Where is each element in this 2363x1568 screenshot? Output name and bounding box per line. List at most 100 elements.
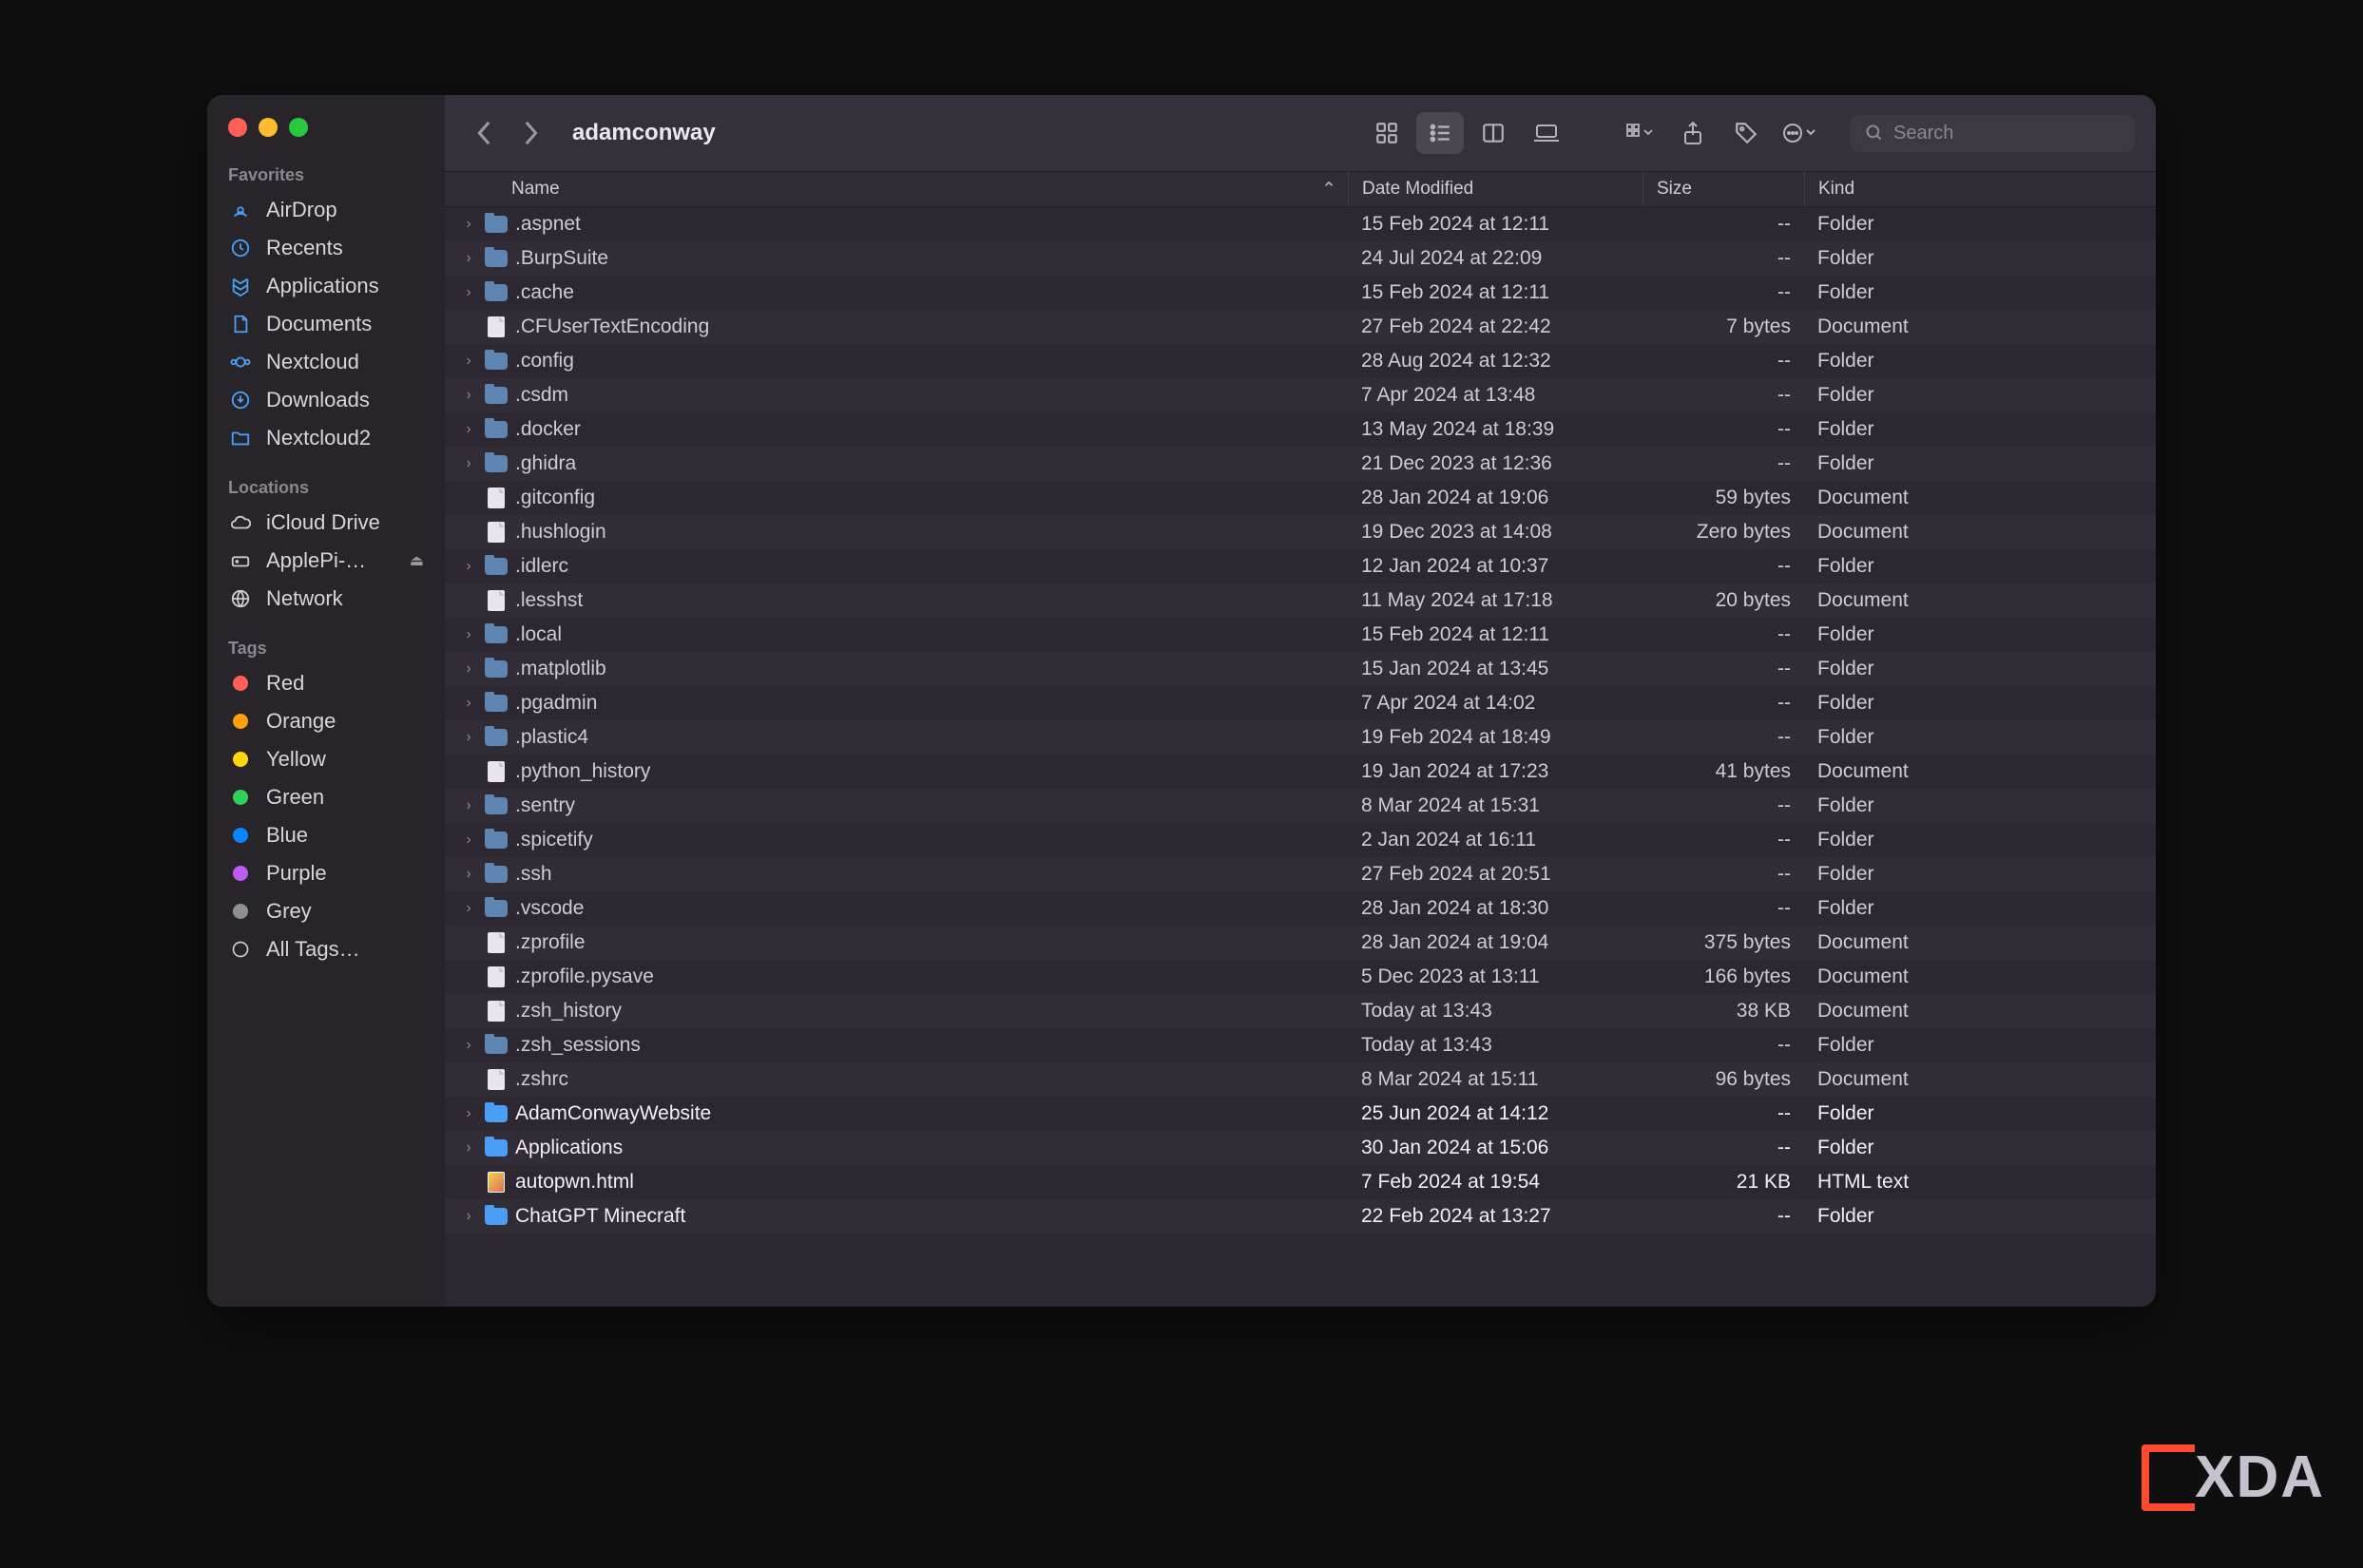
- minimize-window-button[interactable]: [259, 118, 278, 137]
- file-row[interactable]: .zprofile 28 Jan 2024 at 19:04 375 bytes…: [445, 926, 2156, 960]
- column-date[interactable]: Date Modified: [1348, 172, 1643, 206]
- search-input[interactable]: [1893, 123, 2120, 144]
- sidebar-tag-red[interactable]: Red: [207, 664, 445, 702]
- close-window-button[interactable]: [228, 118, 247, 137]
- file-row[interactable]: › .local 15 Feb 2024 at 12:11 -- Folder: [445, 618, 2156, 652]
- disclosure-icon[interactable]: ›: [460, 729, 477, 746]
- file-list[interactable]: › .aspnet 15 Feb 2024 at 12:11 -- Folder…: [445, 207, 2156, 1307]
- file-row[interactable]: › .ghidra 21 Dec 2023 at 12:36 -- Folder: [445, 447, 2156, 481]
- file-row[interactable]: › .spicetify 2 Jan 2024 at 16:11 -- Fold…: [445, 823, 2156, 857]
- file-row[interactable]: › .sentry 8 Mar 2024 at 15:31 -- Folder: [445, 789, 2156, 823]
- file-name: .plastic4: [515, 726, 588, 749]
- file-row[interactable]: › .pgadmin 7 Apr 2024 at 14:02 -- Folder: [445, 686, 2156, 720]
- action-menu-button[interactable]: [1776, 112, 1823, 154]
- file-row[interactable]: › .idlerc 12 Jan 2024 at 10:37 -- Folder: [445, 549, 2156, 583]
- file-kind: Folder: [1804, 794, 2156, 817]
- sidebar-item-icloud-drive[interactable]: iCloud Drive: [207, 504, 445, 542]
- file-row[interactable]: .python_history 19 Jan 2024 at 17:23 41 …: [445, 755, 2156, 789]
- back-button[interactable]: [466, 114, 504, 152]
- eject-icon[interactable]: ⏏: [410, 551, 424, 570]
- sidebar-item-recents[interactable]: Recents: [207, 229, 445, 267]
- disclosure-icon[interactable]: ›: [460, 455, 477, 472]
- file-row[interactable]: .zshrc 8 Mar 2024 at 15:11 96 bytes Docu…: [445, 1062, 2156, 1097]
- sidebar-item-label: iCloud Drive: [266, 510, 380, 535]
- disclosure-icon[interactable]: ›: [460, 695, 477, 712]
- fullscreen-window-button[interactable]: [289, 118, 308, 137]
- sidebar-item-downloads[interactable]: Downloads: [207, 381, 445, 419]
- sidebar-item-airdrop[interactable]: AirDrop: [207, 191, 445, 229]
- list-view-button[interactable]: [1416, 112, 1464, 154]
- sidebar-tag-blue[interactable]: Blue: [207, 816, 445, 854]
- file-kind: Folder: [1804, 555, 2156, 578]
- disclosure-icon[interactable]: ›: [460, 421, 477, 438]
- icon-view-button[interactable]: [1363, 112, 1411, 154]
- search-box[interactable]: [1850, 115, 2135, 152]
- group-by-button[interactable]: [1616, 112, 1663, 154]
- file-row[interactable]: .zprofile.pysave 5 Dec 2023 at 13:11 166…: [445, 960, 2156, 994]
- column-size[interactable]: Size: [1643, 172, 1804, 206]
- disclosure-icon[interactable]: ›: [460, 866, 477, 883]
- sidebar-tag-grey[interactable]: Grey: [207, 892, 445, 930]
- disclosure-icon[interactable]: ›: [460, 1139, 477, 1157]
- file-row[interactable]: .hushlogin 19 Dec 2023 at 14:08 Zero byt…: [445, 515, 2156, 549]
- disclosure-icon[interactable]: ›: [460, 353, 477, 370]
- disclosure-icon[interactable]: ›: [460, 558, 477, 575]
- sidebar-item-nextcloud2[interactable]: Nextcloud2: [207, 419, 445, 457]
- file-row[interactable]: › .plastic4 19 Feb 2024 at 18:49 -- Fold…: [445, 720, 2156, 755]
- file-row[interactable]: autopwn.html 7 Feb 2024 at 19:54 21 KB H…: [445, 1165, 2156, 1199]
- sidebar-tag-yellow[interactable]: Yellow: [207, 740, 445, 778]
- disclosure-icon[interactable]: ›: [460, 660, 477, 678]
- sidebar-item-applications[interactable]: Applications: [207, 267, 445, 305]
- document-icon: [488, 522, 505, 543]
- file-name: .idlerc: [515, 555, 568, 578]
- disclosure-icon[interactable]: ›: [460, 1105, 477, 1122]
- sidebar-tag-green[interactable]: Green: [207, 778, 445, 816]
- disclosure-icon[interactable]: ›: [460, 250, 477, 267]
- file-row[interactable]: › .config 28 Aug 2024 at 12:32 -- Folder: [445, 344, 2156, 378]
- file-row[interactable]: › .docker 13 May 2024 at 18:39 -- Folder: [445, 412, 2156, 447]
- file-row[interactable]: .CFUserTextEncoding 27 Feb 2024 at 22:42…: [445, 310, 2156, 344]
- file-row[interactable]: › Applications 30 Jan 2024 at 15:06 -- F…: [445, 1131, 2156, 1165]
- sidebar-item-documents[interactable]: Documents: [207, 305, 445, 343]
- disclosure-icon[interactable]: ›: [460, 1037, 477, 1054]
- disclosure-icon[interactable]: ›: [460, 284, 477, 301]
- file-row[interactable]: › .matplotlib 15 Jan 2024 at 13:45 -- Fo…: [445, 652, 2156, 686]
- disclosure-icon[interactable]: ›: [460, 900, 477, 917]
- sidebar-tag-purple[interactable]: Purple: [207, 854, 445, 892]
- sidebar-all-tags[interactable]: All Tags…: [207, 930, 445, 968]
- column-name[interactable]: Name⌃: [445, 179, 1348, 201]
- gallery-view-button[interactable]: [1523, 112, 1570, 154]
- folder-icon: [485, 284, 508, 301]
- disclosure-icon[interactable]: ›: [460, 1208, 477, 1225]
- disclosure-icon[interactable]: ›: [460, 387, 477, 404]
- file-row[interactable]: › .ssh 27 Feb 2024 at 20:51 -- Folder: [445, 857, 2156, 891]
- document-icon: [488, 1001, 505, 1022]
- share-button[interactable]: [1669, 112, 1717, 154]
- disclosure-icon[interactable]: ›: [460, 797, 477, 814]
- file-row[interactable]: .lesshst 11 May 2024 at 17:18 20 bytes D…: [445, 583, 2156, 618]
- file-row[interactable]: › .csdm 7 Apr 2024 at 13:48 -- Folder: [445, 378, 2156, 412]
- file-row[interactable]: › AdamConwayWebsite 25 Jun 2024 at 14:12…: [445, 1097, 2156, 1131]
- file-row[interactable]: .gitconfig 28 Jan 2024 at 19:06 59 bytes…: [445, 481, 2156, 515]
- column-kind[interactable]: Kind: [1804, 172, 2156, 206]
- file-row[interactable]: › .zsh_sessions Today at 13:43 -- Folder: [445, 1028, 2156, 1062]
- file-date: 5 Dec 2023 at 13:11: [1348, 966, 1643, 988]
- forward-button[interactable]: [511, 114, 549, 152]
- file-row[interactable]: › .BurpSuite 24 Jul 2024 at 22:09 -- Fol…: [445, 241, 2156, 276]
- sidebar-tag-orange[interactable]: Orange: [207, 702, 445, 740]
- file-row[interactable]: › .vscode 28 Jan 2024 at 18:30 -- Folder: [445, 891, 2156, 926]
- file-row[interactable]: › .cache 15 Feb 2024 at 12:11 -- Folder: [445, 276, 2156, 310]
- disclosure-icon[interactable]: ›: [460, 216, 477, 233]
- file-row[interactable]: › ChatGPT Minecraft 22 Feb 2024 at 13:27…: [445, 1199, 2156, 1233]
- column-view-button[interactable]: [1470, 112, 1517, 154]
- file-row[interactable]: › .aspnet 15 Feb 2024 at 12:11 -- Folder: [445, 207, 2156, 241]
- disclosure-icon[interactable]: ›: [460, 832, 477, 849]
- file-name: .zsh_history: [515, 1000, 622, 1023]
- disclosure-icon[interactable]: ›: [460, 626, 477, 643]
- sidebar-item-applepi-[interactable]: ApplePi-…⏏: [207, 542, 445, 580]
- sidebar-item-network[interactable]: Network: [207, 580, 445, 618]
- tag-button[interactable]: [1722, 112, 1770, 154]
- sidebar-item-nextcloud[interactable]: Nextcloud: [207, 343, 445, 381]
- file-kind: Folder: [1804, 863, 2156, 886]
- file-row[interactable]: .zsh_history Today at 13:43 38 KB Docume…: [445, 994, 2156, 1028]
